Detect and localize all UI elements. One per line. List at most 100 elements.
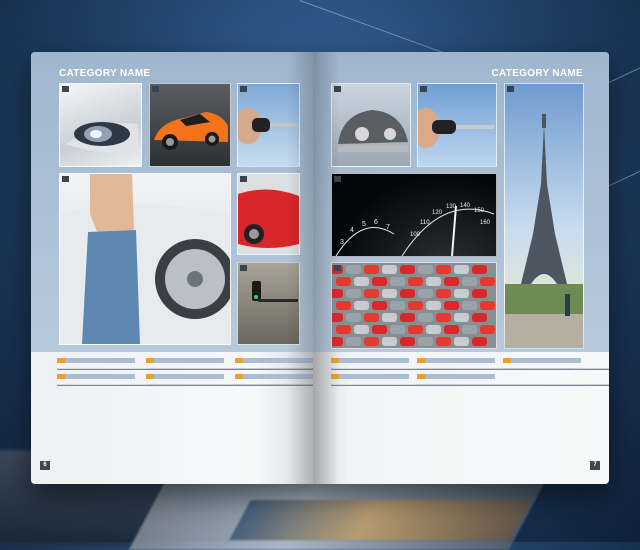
parked-car [472, 337, 487, 346]
photo-number-marker [420, 86, 427, 92]
parked-car [444, 277, 459, 286]
tick-label: 110 [420, 220, 430, 226]
body-text-block: ▬▬▬▬▬▬▬▬▬▬▬▬▬▬▬▬▬▬▬▬▬▬▬▬▬▬▬▬▬▬▬▬▬▬▬▬▬▬▬▬… [146, 382, 313, 387]
column-heading-bar [146, 358, 224, 363]
parked-car [418, 337, 433, 346]
parked-car [480, 277, 495, 286]
photo-number-marker [240, 176, 247, 182]
tick-label: 130 [446, 204, 457, 210]
column-heading-bar [503, 358, 581, 363]
text-column: ▬▬▬▬▬▬▬▬▬▬▬▬▬▬▬▬▬▬▬▬▬▬▬▬▬▬▬▬▬▬▬▬▬▬▬▬▬▬▬▬… [146, 356, 313, 390]
parked-car [390, 325, 405, 334]
parked-car [444, 325, 459, 334]
headlight-photo[interactable] [59, 83, 142, 167]
parked-car [390, 301, 405, 310]
tick-label: 140 [460, 203, 471, 209]
parked-car [408, 277, 423, 286]
parked-car [472, 289, 487, 298]
eiffel-tower-photo[interactable] [504, 83, 584, 349]
parked-car [426, 325, 441, 334]
category-name: CATEGORY NAME [59, 68, 151, 79]
parked-car [400, 313, 415, 322]
photo-number-marker [240, 265, 247, 271]
photo-number-marker [62, 86, 69, 92]
tick-label: 3 [340, 239, 344, 246]
parked-car [354, 277, 369, 286]
parked-car [436, 289, 451, 298]
parked-car [454, 313, 469, 322]
parked-car [462, 277, 477, 286]
parked-car [364, 289, 379, 298]
parked-car [382, 313, 397, 322]
photo-number-marker [152, 86, 159, 92]
parked-car [418, 265, 433, 274]
woman-jeans-car-wheel-photo[interactable] [59, 173, 231, 345]
gutter-shadow [287, 52, 313, 484]
tick-label: 160 [480, 220, 491, 226]
tick-label: 5 [362, 221, 366, 228]
parked-car [462, 325, 477, 334]
gutter-shadow [313, 52, 339, 484]
column-heading-bar [417, 358, 495, 363]
parked-car [372, 325, 387, 334]
background-photo-strip [229, 500, 531, 540]
tick-label: 6 [374, 219, 378, 226]
body-text-block: ▬▬▬▬▬▬▬▬▬▬▬▬▬▬▬▬▬▬▬▬▬▬▬▬▬▬▬▬▬▬▬▬▬▬▬▬▬▬▬▬… [146, 366, 313, 371]
parked-car [382, 289, 397, 298]
parked-car [400, 289, 415, 298]
body-text-block: ▬▬▬▬▬▬▬▬▬▬▬▬▬▬▬▬▬▬▬▬▬▬▬▬▬▬▬▬▬▬▬▬▬▬▬▬▬▬▬▬… [331, 366, 571, 371]
page-number: 7 [590, 461, 600, 470]
parked-car [436, 313, 451, 322]
parked-car [408, 301, 423, 310]
body-text-block: ▬▬▬▬▬▬▬▬▬▬▬▬▬▬▬▬▬▬▬▬▬▬▬▬▬▬▬▬▬▬▬▬▬▬▬▬▬▬▬▬… [417, 366, 609, 371]
car-rows [332, 265, 495, 346]
tick-label: 7 [386, 224, 390, 231]
parked-car [418, 289, 433, 298]
parked-car [382, 337, 397, 346]
tick-label: 120 [432, 210, 443, 216]
tick-label: 150 [474, 208, 485, 214]
parked-car [346, 313, 361, 322]
parked-car [436, 337, 451, 346]
text-column: ▬▬▬▬▬▬▬▬▬▬▬▬▬▬▬▬▬▬▬▬▬▬▬▬▬▬▬▬▬▬▬▬▬▬▬▬▬▬▬▬… [503, 356, 609, 374]
orange-sports-car-photo[interactable] [149, 83, 231, 167]
parked-car [480, 325, 495, 334]
parked-car [462, 301, 477, 310]
photo-number-marker [240, 86, 247, 92]
parked-car [390, 277, 405, 286]
tick-label: 4 [350, 227, 354, 234]
right-page: CATEGORY NAME 3 4 5 6 7 100 110 120 130 … [313, 52, 609, 484]
body-text-block: ▬▬▬▬▬▬▬▬▬▬▬▬▬▬▬▬▬▬▬▬▬▬▬▬▬▬▬▬▬▬▬▬▬▬▬▬▬▬▬▬… [57, 382, 313, 387]
parked-car [346, 289, 361, 298]
parked-car [472, 313, 487, 322]
vintage-car-photo[interactable] [331, 83, 411, 167]
body-text-block: ▬▬▬▬▬▬▬▬▬▬▬▬▬▬▬▬▬▬▬▬▬▬▬▬▬▬▬▬▬▬▬▬▬▬▬▬▬▬▬▬… [331, 382, 609, 387]
parked-car [364, 337, 379, 346]
parked-car [408, 325, 423, 334]
page-number: 6 [40, 461, 50, 470]
speedometer-dial: 3 4 5 6 7 100 110 120 130 140 150 160 [335, 203, 495, 256]
body-text-block: ▬▬▬▬▬▬▬▬▬▬▬▬▬▬▬▬▬▬▬▬▬▬▬▬▬▬▬▬▬▬▬▬▬▬▬▬▬▬▬▬… [57, 366, 313, 371]
body-text-block: ▬▬▬▬▬▬▬▬▬▬▬▬▬▬▬▬▬▬▬▬▬▬▬▬▬▬▬▬▬▬▬▬▬▬▬▬▬▬▬▬… [417, 382, 609, 387]
column-heading-bar [331, 374, 409, 379]
tick-label: 100 [410, 232, 421, 238]
parked-car [346, 265, 361, 274]
parked-car [454, 337, 469, 346]
text-column: ▬▬▬▬▬▬▬▬▬▬▬▬▬▬▬▬▬▬▬▬▬▬▬▬▬▬▬▬▬▬▬▬▬▬▬▬▬▬▬▬… [57, 356, 313, 390]
parked-car [444, 301, 459, 310]
parked-car [354, 325, 369, 334]
parked-car [364, 313, 379, 322]
parked-car [480, 301, 495, 310]
hand-holding-key-photo[interactable] [417, 83, 497, 167]
parked-cars-photo[interactable] [331, 262, 497, 349]
parked-car [372, 277, 387, 286]
parked-car [400, 337, 415, 346]
parked-car [426, 301, 441, 310]
parked-car [454, 289, 469, 298]
speedometer-photo[interactable]: 3 4 5 6 7 100 110 120 130 140 150 160 [331, 173, 497, 257]
magazine-spread: CATEGORY NAME ▬▬▬▬▬▬▬▬▬▬▬▬▬▬▬▬▬▬▬▬▬▬▬▬▬▬… [31, 52, 609, 484]
text-column: ▬▬▬▬▬▬▬▬▬▬▬▬▬▬▬▬▬▬▬▬▬▬▬▬▬▬▬▬▬▬▬▬▬▬▬▬▬▬▬▬… [331, 356, 609, 390]
background-scene: CATEGORY NAME ▬▬▬▬▬▬▬▬▬▬▬▬▬▬▬▬▬▬▬▬▬▬▬▬▬▬… [0, 0, 640, 550]
text-column: ▬▬▬▬▬▬▬▬▬▬▬▬▬▬▬▬▬▬▬▬▬▬▬▬▬▬▬▬▬▬▬▬▬▬▬▬▬▬▬▬… [417, 356, 609, 390]
photo-number-marker [62, 176, 69, 182]
